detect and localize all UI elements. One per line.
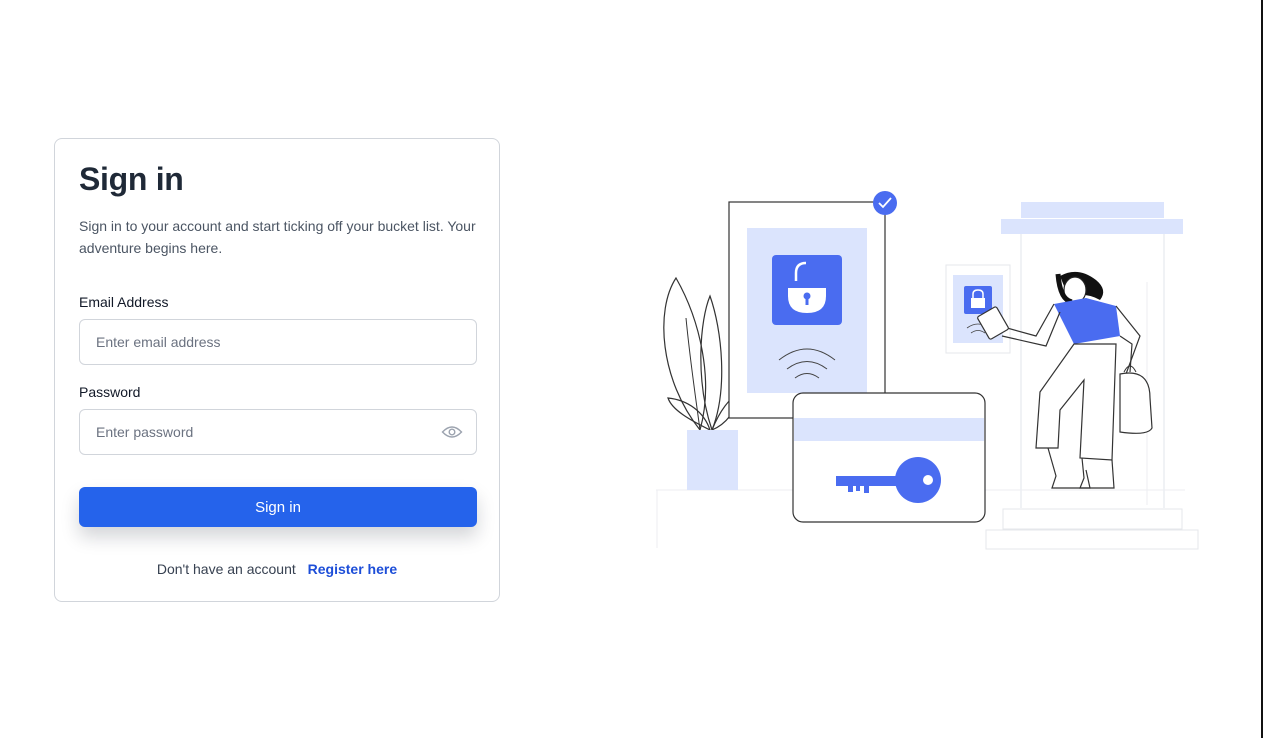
plant-graphic bbox=[663, 276, 739, 490]
email-label: Email Address bbox=[79, 294, 169, 310]
register-link[interactable]: Register here bbox=[308, 561, 397, 577]
person-graphic bbox=[977, 271, 1153, 489]
security-illustration bbox=[656, 191, 1199, 550]
key-card-graphic bbox=[792, 392, 986, 523]
signin-button[interactable]: Sign in bbox=[79, 487, 477, 527]
card-reader-graphic bbox=[945, 264, 1011, 354]
lock-panel-graphic bbox=[728, 191, 897, 419]
eye-icon[interactable] bbox=[441, 425, 463, 439]
password-label: Password bbox=[79, 384, 141, 400]
register-prompt: Don't have an account Register here bbox=[55, 561, 499, 577]
signin-card: Sign in Sign in to your account and star… bbox=[54, 138, 500, 602]
signin-subtitle: Sign in to your account and start tickin… bbox=[79, 218, 476, 256]
page-title: Sign in bbox=[79, 161, 184, 197]
register-prompt-text: Don't have an account bbox=[156, 561, 296, 577]
email-field[interactable] bbox=[79, 319, 477, 365]
password-field[interactable] bbox=[79, 409, 477, 455]
